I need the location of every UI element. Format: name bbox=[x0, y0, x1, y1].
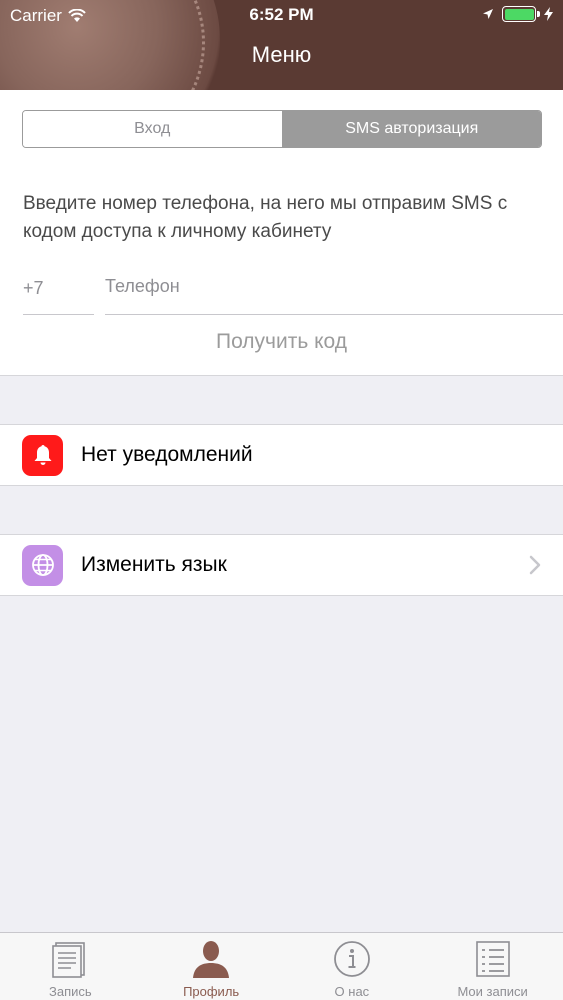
status-indicators bbox=[482, 6, 553, 22]
clock: 6:52 PM bbox=[249, 5, 314, 24]
tab-about-label: О нас bbox=[334, 984, 370, 999]
change-language-label: Изменить язык bbox=[81, 553, 227, 576]
change-language-row[interactable]: Изменить язык bbox=[0, 534, 563, 596]
tab-appointment[interactable]: Запись bbox=[0, 933, 141, 1000]
notifications-label: Нет уведомлений bbox=[81, 443, 253, 466]
navigation-header: Carrier 6:52 PM Меню bbox=[0, 0, 563, 90]
segment-sms-auth[interactable]: SMS авторизация bbox=[281, 111, 541, 147]
phone-field-wrapper bbox=[105, 272, 563, 315]
battery-icon bbox=[502, 6, 540, 22]
sms-instructions: Введите номер телефона, на него мы отпра… bbox=[23, 193, 508, 242]
battery-level bbox=[504, 8, 534, 20]
auth-panel: Вход SMS авторизация Введите номер телеф… bbox=[0, 90, 563, 376]
tab-profile[interactable]: Профиль bbox=[141, 933, 282, 1000]
tab-bar: Запись Профиль О нас Мои записи bbox=[0, 932, 563, 1000]
page-title: Меню bbox=[251, 42, 312, 67]
tab-profile-label: Профиль bbox=[183, 984, 240, 999]
get-code-button[interactable]: Получить код bbox=[0, 330, 563, 354]
segment-login[interactable]: Вход bbox=[23, 111, 282, 147]
info-icon bbox=[333, 941, 370, 977]
notifications-icon-tile bbox=[22, 434, 63, 476]
status-bar: Carrier 6:52 PM bbox=[0, 0, 563, 30]
person-icon bbox=[193, 941, 230, 978]
notifications-row[interactable]: Нет уведомлений bbox=[0, 424, 563, 486]
auth-mode-segmented-control: Вход SMS авторизация bbox=[22, 110, 542, 148]
bell-icon bbox=[34, 445, 51, 465]
phone-input[interactable] bbox=[105, 272, 563, 297]
list-icon bbox=[475, 941, 510, 977]
tab-my-appointments[interactable]: Мои записи bbox=[422, 933, 563, 1000]
document-icon bbox=[52, 942, 86, 978]
language-icon-tile bbox=[22, 544, 63, 586]
tab-appointment-label: Запись bbox=[49, 984, 92, 999]
tab-my-appointments-label: Мои записи bbox=[457, 984, 528, 999]
charging-bolt-icon bbox=[544, 7, 553, 21]
location-arrow-icon bbox=[483, 9, 493, 19]
country-code-field[interactable]: +7 bbox=[23, 272, 94, 315]
globe-icon bbox=[31, 554, 54, 576]
tab-about[interactable]: О нас bbox=[282, 933, 423, 1000]
chevron-right-icon bbox=[529, 555, 541, 575]
